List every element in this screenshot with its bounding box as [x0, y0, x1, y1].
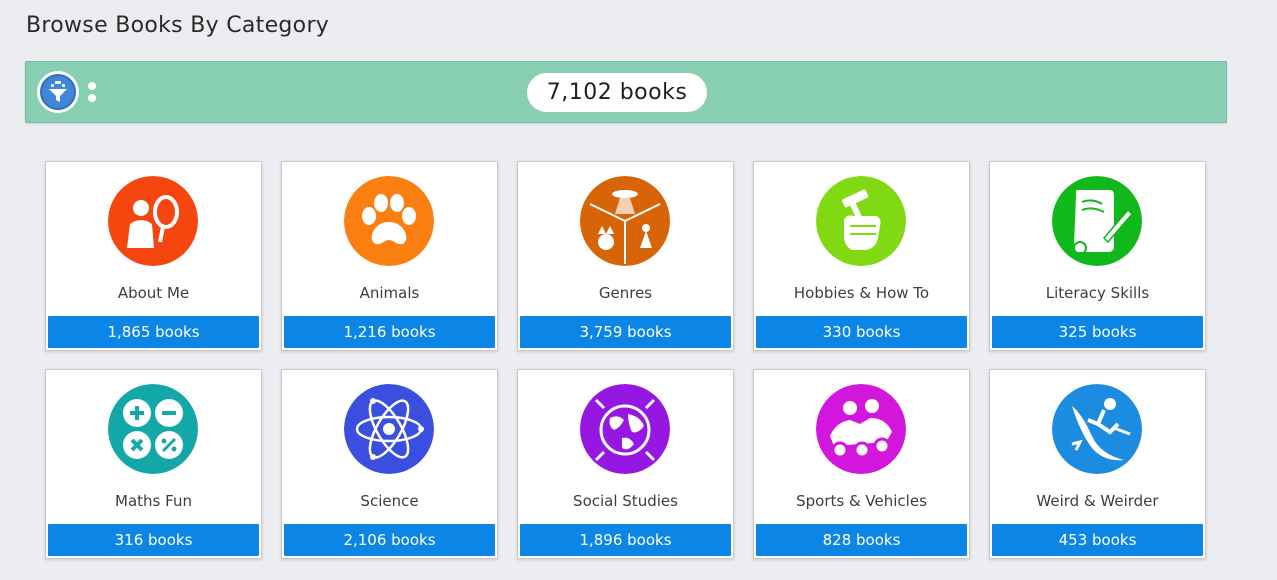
category-label: Maths Fun [115, 492, 192, 510]
filter-toolbar: 7,102 books [25, 61, 1227, 123]
category-card-animals[interactable]: Animals 1,216 books [281, 161, 498, 351]
fist-hammer-icon [816, 176, 906, 266]
person-mirror-icon [108, 176, 198, 266]
category-card-hobbies-how-to[interactable]: Hobbies & How To 330 books [753, 161, 970, 351]
category-book-count[interactable]: 330 books [756, 316, 967, 348]
category-label: Animals [359, 284, 420, 302]
category-label: Hobbies & How To [793, 284, 930, 302]
category-card-social-studies[interactable]: Social Studies 1,896 books [517, 369, 734, 559]
globe-icon [580, 384, 670, 474]
category-book-count[interactable]: 1,896 books [520, 524, 731, 556]
category-label: Social Studies [573, 492, 678, 510]
category-book-count[interactable]: 453 books [992, 524, 1203, 556]
atom-icon [344, 384, 434, 474]
category-card-about-me[interactable]: About Me 1,865 books [45, 161, 262, 351]
more-options-button[interactable] [87, 82, 97, 104]
category-card-maths-fun[interactable]: Maths Fun 316 books [45, 369, 262, 559]
category-card-genres[interactable]: Genres 3,759 books [517, 161, 734, 351]
category-book-count[interactable]: 1,216 books [284, 316, 495, 348]
vertical-dots-icon [88, 82, 96, 90]
total-books-count: 7,102 books [527, 73, 707, 112]
go-kart-icon [816, 384, 906, 474]
category-book-count[interactable]: 325 books [992, 316, 1203, 348]
category-book-count[interactable]: 3,759 books [520, 316, 731, 348]
category-card-literacy-skills[interactable]: Literacy Skills 325 books [989, 161, 1206, 351]
category-book-count[interactable]: 828 books [756, 524, 967, 556]
surfer-icon [1052, 384, 1142, 474]
category-label: Weird & Weirder [1036, 492, 1159, 510]
category-book-count[interactable]: 316 books [48, 524, 259, 556]
category-card-science[interactable]: Science 2,106 books [281, 369, 498, 559]
math-operators-icon [108, 384, 198, 474]
paw-print-icon [344, 176, 434, 266]
category-card-weird-weirder[interactable]: Weird & Weirder 453 books [989, 369, 1206, 559]
category-book-count[interactable]: 2,106 books [284, 524, 495, 556]
filter-button[interactable] [37, 71, 79, 113]
genres-collage-icon [580, 176, 670, 266]
funnel-icon [40, 74, 76, 110]
category-label: Genres [598, 284, 653, 302]
category-label: Literacy Skills [1045, 284, 1150, 302]
category-label: About Me [117, 284, 190, 302]
category-book-count[interactable]: 1,865 books [48, 316, 259, 348]
category-card-sports-vehicles[interactable]: Sports & Vehicles 828 books [753, 369, 970, 559]
scroll-quill-icon [1052, 176, 1142, 266]
category-label: Sports & Vehicles [796, 492, 927, 510]
page-title: Browse Books By Category [26, 13, 330, 38]
category-label: Science [360, 492, 419, 510]
